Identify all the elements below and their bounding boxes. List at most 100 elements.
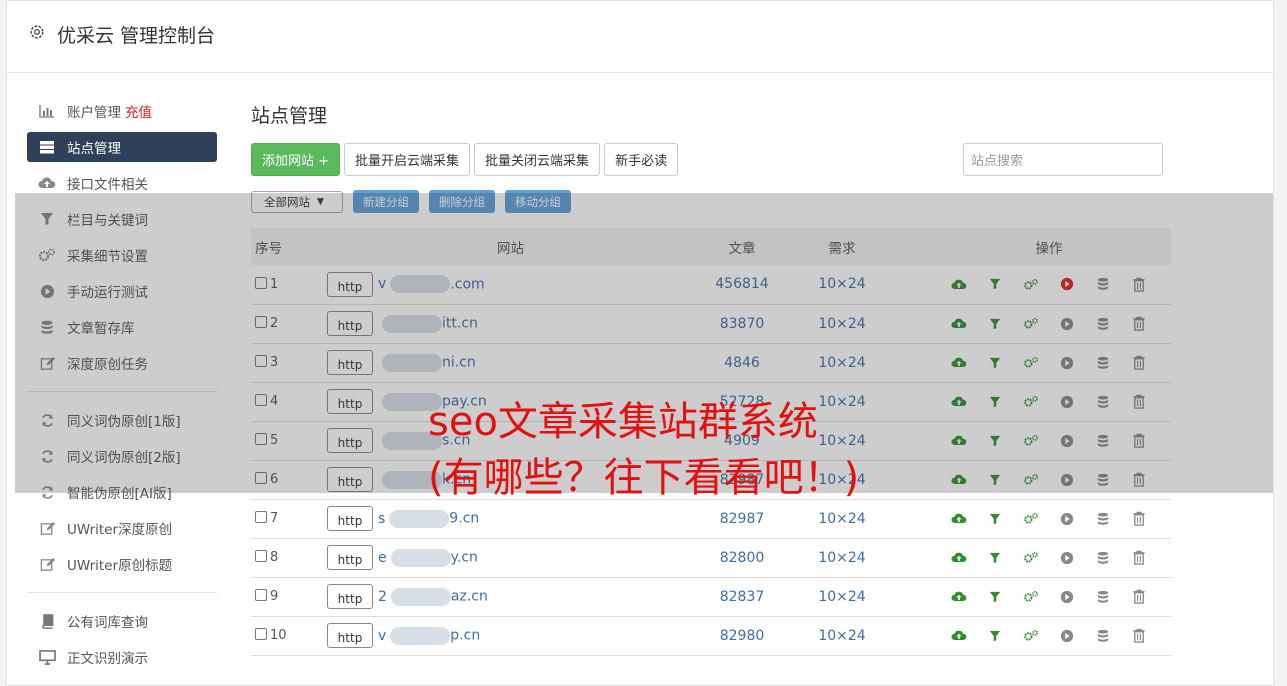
ops-cell bbox=[887, 499, 1171, 538]
cloud-upload-icon[interactable] bbox=[950, 510, 968, 528]
gears-icon[interactable] bbox=[1022, 588, 1040, 606]
row-checkbox[interactable] bbox=[255, 550, 267, 562]
http-badge[interactable]: http bbox=[327, 584, 373, 609]
overlay-headline: seo文章采集站群系统(有哪些？往下看看吧！) bbox=[428, 399, 860, 501]
redacted-domain bbox=[390, 548, 451, 567]
recharge-link[interactable]: 充值 bbox=[125, 101, 152, 121]
sidebar-item-label: 站点管理 bbox=[67, 141, 121, 157]
site-domain-prefix[interactable]: v bbox=[378, 628, 386, 644]
database-icon[interactable] bbox=[1094, 510, 1112, 528]
filter-icon[interactable] bbox=[986, 588, 1004, 606]
app-title: 优采云 管理控制台 bbox=[57, 25, 216, 47]
site-domain-suffix[interactable]: 9.cn bbox=[449, 511, 479, 527]
site-domain-suffix[interactable]: y.cn bbox=[451, 550, 478, 566]
http-badge[interactable]: http bbox=[327, 506, 373, 531]
batch-disable-cloud-button[interactable]: 批量关闭云端采集 bbox=[474, 143, 601, 176]
http-badge[interactable]: http bbox=[327, 545, 373, 570]
ops-cell bbox=[887, 577, 1171, 616]
page-title: 站点管理 bbox=[251, 105, 328, 127]
sidebar-item-label: 接口文件相关 bbox=[67, 177, 148, 193]
book-icon bbox=[38, 612, 56, 630]
cloud-upload-icon[interactable] bbox=[950, 549, 968, 567]
article-count[interactable]: 82837 bbox=[687, 577, 797, 616]
row-number-cell: 10 bbox=[251, 616, 327, 655]
edit-icon bbox=[38, 519, 56, 537]
sidebar-item-14[interactable]: 正文识别演示 bbox=[27, 639, 217, 675]
site-domain-prefix[interactable]: s bbox=[378, 511, 385, 527]
site-cell: http 2 az.cn bbox=[327, 577, 687, 616]
row-checkbox[interactable] bbox=[255, 628, 267, 640]
article-count[interactable]: 82980 bbox=[687, 616, 797, 655]
filter-icon[interactable] bbox=[986, 510, 1004, 528]
gears-icon[interactable] bbox=[1022, 510, 1040, 528]
site-domain-prefix[interactable]: e bbox=[378, 550, 387, 566]
site-cell: http v p.cn bbox=[327, 616, 687, 655]
filter-icon[interactable] bbox=[986, 627, 1004, 645]
sidebar-item-label: 公有词库查询 bbox=[67, 615, 148, 631]
site-domain-suffix[interactable]: p.cn bbox=[450, 628, 480, 644]
trash-icon[interactable] bbox=[1130, 627, 1148, 645]
play-icon[interactable] bbox=[1058, 627, 1076, 645]
sidebar-item-0[interactable]: 账户管理 充值 bbox=[27, 93, 217, 129]
sidebar-item-label: UWriter原创标题 bbox=[67, 558, 173, 574]
site-cell: http e y.cn bbox=[327, 538, 687, 577]
redacted-domain bbox=[390, 626, 451, 645]
table-row: 9 http 2 az.cn 82837 10×24 bbox=[251, 577, 1171, 616]
row-number: 7 bbox=[270, 511, 279, 526]
trash-icon[interactable] bbox=[1130, 510, 1148, 528]
http-badge[interactable]: http bbox=[327, 623, 373, 648]
monitor-icon bbox=[38, 648, 56, 666]
main-panel: 站点管理 添加网站 + 批量开启云端采集 批量关闭云端采集 新手必读 站点搜索 … bbox=[251, 101, 1171, 655]
ops-cell bbox=[887, 538, 1171, 577]
sidebar-item-11[interactable]: UWriter深度原创 bbox=[27, 510, 217, 546]
sidebar-divider bbox=[27, 592, 217, 593]
database-icon[interactable] bbox=[1094, 588, 1112, 606]
site-search-input[interactable]: 站点搜索 bbox=[963, 143, 1163, 176]
server-icon bbox=[38, 138, 56, 156]
database-icon[interactable] bbox=[1094, 627, 1112, 645]
play-icon[interactable] bbox=[1058, 549, 1076, 567]
cloud-upload-icon[interactable] bbox=[950, 627, 968, 645]
bar-chart-icon bbox=[38, 102, 56, 120]
demand-value[interactable]: 10×24 bbox=[797, 577, 887, 616]
play-icon[interactable] bbox=[1058, 510, 1076, 528]
trash-icon[interactable] bbox=[1130, 549, 1148, 567]
table-row: 8 http e y.cn 82800 10×24 bbox=[251, 538, 1171, 577]
table-row: 10 http v p.cn 82980 10×24 bbox=[251, 616, 1171, 655]
beginner-guide-button[interactable]: 新手必读 bbox=[604, 143, 679, 176]
row-number-cell: 9 bbox=[251, 577, 327, 616]
gears-icon[interactable] bbox=[1022, 549, 1040, 567]
ops-cell bbox=[887, 616, 1171, 655]
cloud-upload-icon bbox=[38, 174, 56, 192]
gears-icon[interactable] bbox=[1022, 627, 1040, 645]
sidebar-item-12[interactable]: UWriter原创标题 bbox=[27, 546, 217, 582]
row-number-cell: 7 bbox=[251, 499, 327, 538]
demand-value[interactable]: 10×24 bbox=[797, 538, 887, 577]
trash-icon[interactable] bbox=[1130, 588, 1148, 606]
filter-icon[interactable] bbox=[986, 549, 1004, 567]
redacted-domain bbox=[390, 587, 451, 606]
toolbar: 添加网站 + 批量开启云端采集 批量关闭云端采集 新手必读 bbox=[251, 143, 679, 176]
demand-value[interactable]: 10×24 bbox=[797, 616, 887, 655]
site-domain-suffix[interactable]: az.cn bbox=[451, 589, 488, 605]
batch-enable-cloud-button[interactable]: 批量开启云端采集 bbox=[344, 143, 471, 176]
site-domain-prefix[interactable]: 2 bbox=[378, 589, 387, 605]
row-checkbox[interactable] bbox=[255, 589, 267, 601]
row-number: 9 bbox=[270, 589, 279, 604]
sidebar-item-1[interactable]: 站点管理 bbox=[27, 132, 217, 162]
play-icon[interactable] bbox=[1058, 588, 1076, 606]
row-checkbox[interactable] bbox=[255, 511, 267, 523]
top-header: 优采云 管理控制台 bbox=[7, 1, 1273, 73]
sidebar-item-13[interactable]: 公有词库查询 bbox=[27, 603, 217, 639]
add-site-button[interactable]: 添加网站 + bbox=[251, 143, 341, 176]
edit-icon bbox=[38, 555, 56, 573]
row-number: 10 bbox=[270, 628, 287, 643]
cloud-upload-icon[interactable] bbox=[950, 588, 968, 606]
article-count[interactable]: 82800 bbox=[687, 538, 797, 577]
row-number: 8 bbox=[270, 550, 279, 565]
redacted-domain bbox=[389, 509, 450, 528]
database-icon[interactable] bbox=[1094, 549, 1112, 567]
sidebar-item-label: 正文识别演示 bbox=[67, 651, 148, 667]
row-number-cell: 8 bbox=[251, 538, 327, 577]
gear-icon[interactable] bbox=[28, 23, 46, 41]
